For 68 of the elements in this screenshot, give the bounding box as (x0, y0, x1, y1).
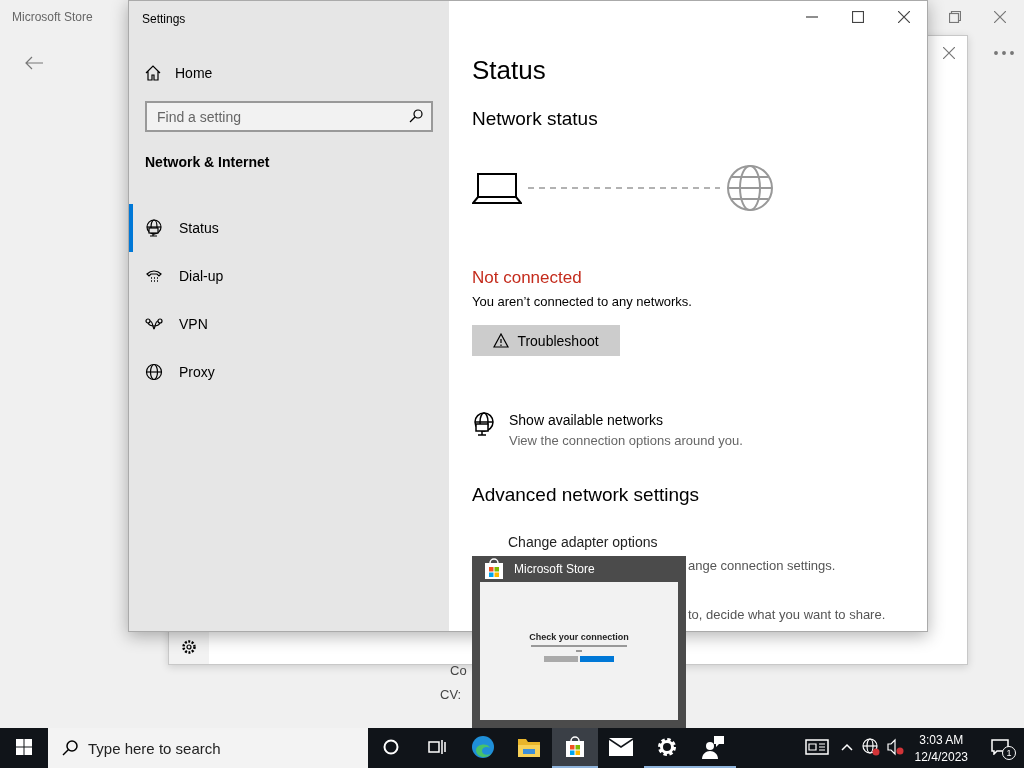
notifications-button[interactable]: 1 (976, 728, 1024, 768)
globe-monitor-icon (472, 412, 496, 436)
home-icon (145, 65, 161, 81)
date-text: 12/4/2023 (914, 749, 968, 764)
link-description: ange connection settings. (688, 558, 837, 573)
chevron-up-icon (840, 743, 853, 751)
globe-icon (145, 363, 163, 381)
close-icon (943, 47, 955, 59)
globe-icon (726, 164, 774, 212)
minimize-icon (806, 16, 818, 18)
settings-icon (656, 736, 678, 758)
page-title: Status (472, 55, 547, 86)
preview-heading: Check your connection (529, 632, 629, 642)
section-heading: Advanced network settings (472, 484, 701, 506)
folder-icon (517, 736, 541, 758)
globe-icon (861, 738, 880, 756)
preview-button (580, 656, 614, 662)
search-field[interactable]: Find a setting (145, 101, 433, 132)
section-heading: Network & Internet (144, 153, 271, 170)
muted-speaker-icon (885, 738, 904, 756)
window-thumbnail[interactable]: Microsoft Store Check your connection (472, 556, 686, 728)
person-chat-icon (701, 735, 725, 759)
restore-icon (949, 11, 961, 23)
windows-logo-icon (16, 739, 32, 755)
warning-icon (493, 333, 510, 348)
settings-icon (181, 639, 197, 655)
link-description: View the connection options around you. (509, 433, 743, 448)
close-icon (994, 11, 1006, 23)
envelope-icon (609, 738, 633, 756)
nav-item[interactable]: VPN (129, 300, 449, 348)
news-icon (804, 739, 829, 755)
clock[interactable]: 3:03 AM 12/4/2023 (906, 728, 976, 768)
nav-item[interactable]: Dial-up (129, 252, 449, 300)
search-field[interactable]: Type here to search (48, 728, 368, 768)
settings-button[interactable] (169, 630, 209, 664)
nav-item[interactable]: Proxy (129, 348, 449, 396)
thumbnail-title: Microsoft Store (514, 562, 595, 576)
status-message: You aren’t connected to any networks. (472, 294, 693, 309)
store-bag-icon (563, 735, 587, 759)
close-icon (898, 11, 910, 23)
window-title: Settings (141, 11, 187, 28)
phone-icon (145, 267, 163, 285)
link-description: to, decide what you want to share. (688, 607, 887, 622)
status-text: Not connected (472, 268, 583, 288)
time-text: 3:03 AM (919, 732, 964, 747)
link-title[interactable]: Show available networks (509, 412, 743, 428)
message-icon (991, 739, 1009, 755)
more-icon (994, 51, 1014, 55)
search-icon (62, 740, 78, 756)
laptop-icon (472, 171, 522, 205)
circle-icon (383, 739, 399, 755)
taskbar-app[interactable] (552, 728, 598, 768)
window-title: Microsoft Store (12, 10, 93, 24)
maximize-icon (852, 11, 864, 23)
search-icon (409, 109, 423, 123)
edge-icon (471, 735, 495, 759)
globe-monitor-icon (145, 219, 163, 237)
task-view-icon (428, 739, 446, 755)
troubleshoot-button[interactable]: Troubleshoot (472, 325, 620, 356)
info-text: Co (450, 663, 467, 678)
link-title[interactable]: Change adapter options (508, 534, 904, 550)
notification-count: 1 (1002, 746, 1016, 760)
home-link[interactable]: Home (129, 35, 449, 81)
back-arrow-icon (24, 55, 44, 71)
info-text: CV: (440, 687, 462, 702)
section-heading: Network status (472, 108, 599, 130)
preview-button (544, 656, 578, 662)
store-bag-icon (482, 557, 506, 581)
